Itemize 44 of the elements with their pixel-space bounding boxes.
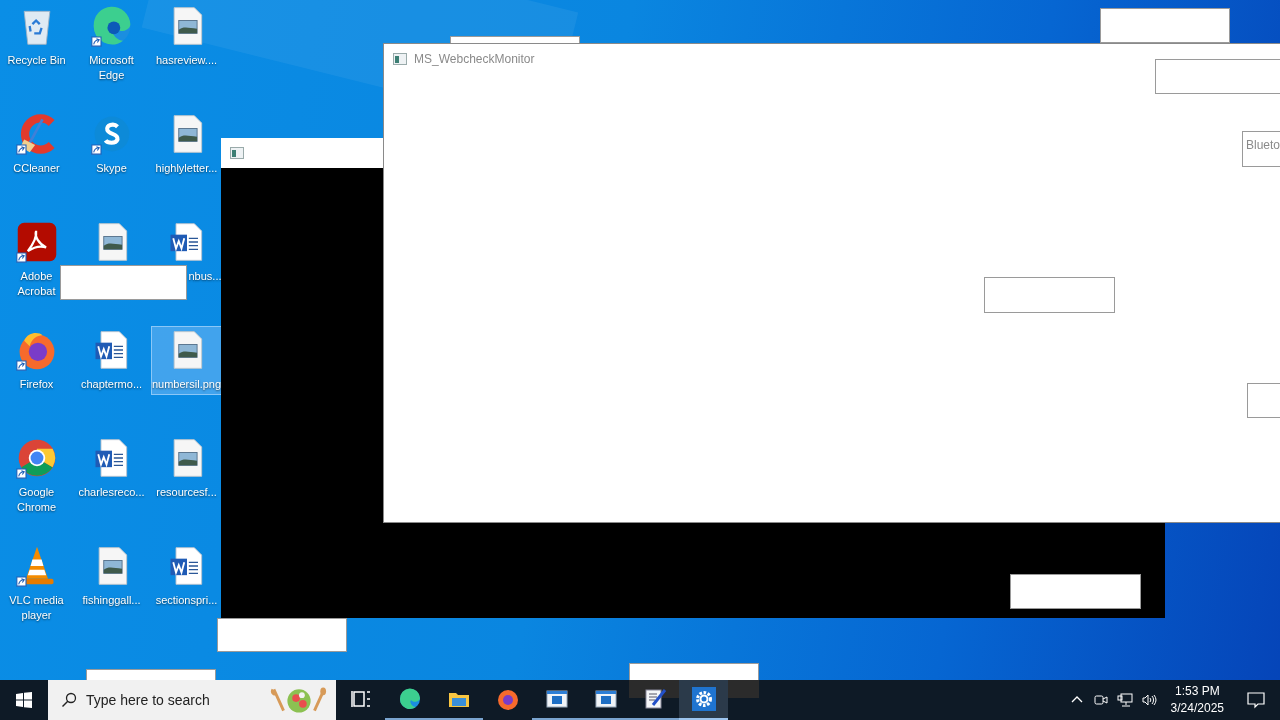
notepad-icon [642, 687, 667, 711]
icon-label: hasreview.... [155, 53, 218, 68]
clock-date: 3/24/2025 [1170, 700, 1224, 717]
window-title: MS_WebcheckMonitor [414, 52, 535, 66]
taskbar-button[interactable] [679, 680, 728, 720]
icon-label: Adobe Acrobat [16, 269, 57, 299]
icon-label: resourcesf... [156, 485, 217, 500]
empty-field[interactable] [984, 277, 1115, 313]
icon-label: charlesreco... [78, 485, 145, 500]
network-icon[interactable] [1116, 692, 1133, 708]
selection-highlight[interactable]: numbersil.png [150, 326, 223, 395]
search-bar[interactable]: Type here to search [48, 680, 336, 720]
icon-label: nbus... [188, 269, 222, 284]
window-icon [393, 53, 407, 65]
icon-label: sectionspri... [155, 593, 218, 608]
clock-time: 1:53 PM [1174, 683, 1220, 700]
search-field[interactable]: Type here to search [86, 692, 236, 708]
browser-icon [397, 687, 422, 711]
icon-label: fishinggall... [82, 593, 141, 608]
browser-icon [495, 687, 520, 711]
icon-label: Google Chrome [15, 485, 58, 515]
icon-label: VLC media player [8, 593, 65, 623]
gear-icon [691, 687, 716, 711]
window-icon [593, 687, 618, 711]
icon-label: numbersil.png [151, 377, 222, 392]
icon-label: Skype [96, 161, 127, 176]
icon-label: Microsoft Edge [88, 53, 135, 83]
empty-field[interactable] [1155, 59, 1280, 94]
text-field[interactable]: Blueto [1242, 131, 1280, 167]
icon-label: highlyletter... [155, 161, 218, 176]
salad-icon [270, 685, 328, 715]
icon-label: chaptermo... [80, 377, 143, 392]
search-icon [61, 692, 77, 708]
window-icon [544, 687, 569, 711]
icon-label: Firefox [19, 377, 54, 392]
pdf-icon[interactable] [14, 220, 59, 264]
icon-label: Recycle Bin [7, 53, 66, 68]
camera-icon[interactable] [1092, 692, 1109, 708]
clock[interactable]: 1:53 PM 3/24/2025 [1170, 683, 1224, 717]
volume-icon[interactable] [1140, 692, 1157, 708]
notification-icon[interactable] [1246, 690, 1266, 710]
start-icon [16, 692, 32, 708]
window-icon [230, 147, 244, 159]
icon-label: CCleaner [13, 161, 60, 176]
